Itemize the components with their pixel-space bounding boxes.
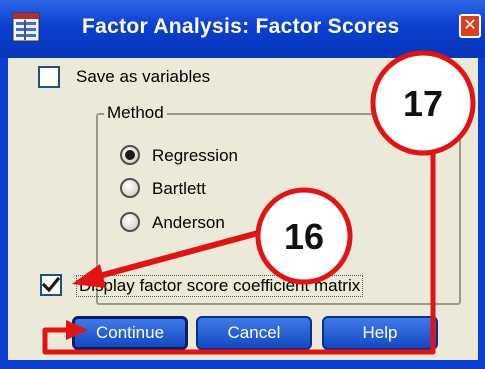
dialog-body: Save as variables Method Regression Bart… (8, 58, 478, 360)
cancel-button[interactable]: Cancel (196, 316, 312, 350)
close-button[interactable]: ✕ (459, 14, 481, 38)
regression-radio[interactable] (120, 145, 140, 165)
checkmark-icon (42, 276, 60, 293)
title-bar[interactable]: Factor Analysis: Factor Scores ✕ (0, 0, 485, 58)
window-title: Factor Analysis: Factor Scores (82, 15, 400, 38)
anderson-rubin-label: Anderson (152, 213, 225, 232)
help-button[interactable]: Help (322, 316, 438, 350)
close-icon: ✕ (463, 17, 477, 34)
save-as-variables-checkbox[interactable] (38, 66, 60, 88)
app-icon (12, 12, 40, 42)
continue-button[interactable]: Continue (72, 316, 188, 350)
save-as-variables-label: Save as variables (76, 67, 210, 87)
dialog-window: Factor Analysis: Factor Scores ✕ Save as… (0, 0, 485, 369)
anderson-rubin-radio[interactable] (120, 212, 140, 232)
display-matrix-checkbox[interactable] (40, 274, 62, 296)
bartlett-label: Bartlett (152, 179, 206, 198)
display-matrix-label: Display factor score coefficient matrix (76, 275, 364, 297)
regression-label: Regression (152, 146, 238, 165)
radio-selected-dot (125, 150, 135, 160)
bartlett-radio[interactable] (120, 178, 140, 198)
save-as-variables-text: Save as variables (76, 67, 211, 86)
method-group-label: Method (104, 103, 167, 123)
